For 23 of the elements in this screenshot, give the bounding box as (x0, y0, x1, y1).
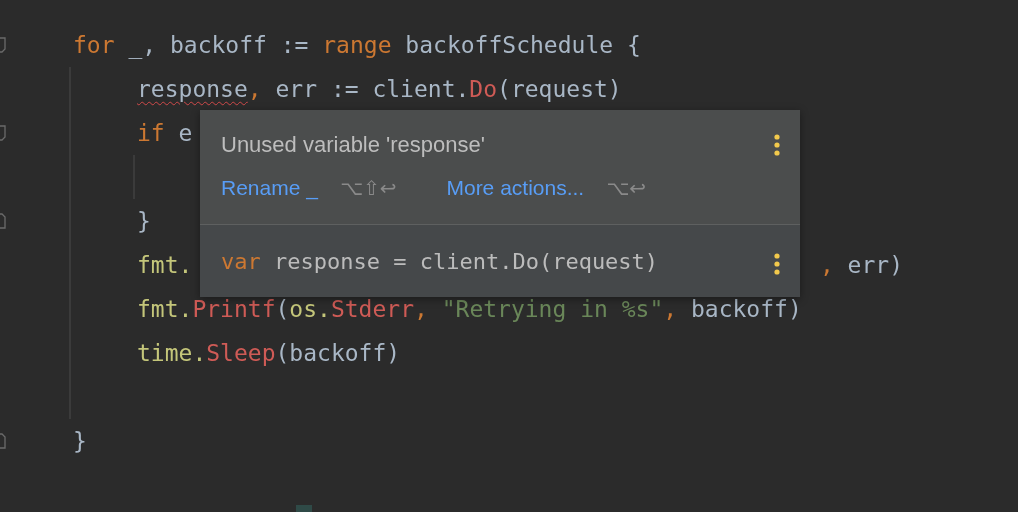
code-text: , err) (819, 252, 903, 278)
fold-icon[interactable] (0, 125, 7, 141)
code-line: } (137, 208, 151, 234)
shortcut-hint: ⌥⇧↩ (339, 176, 397, 200)
code-line: response, err := client.Do(request) (137, 76, 622, 102)
fold-icon[interactable] (0, 433, 7, 449)
code-line: fmt. (137, 252, 193, 278)
inspection-message: Unused variable 'response' (221, 131, 485, 159)
scroll-marker (296, 505, 312, 512)
more-icon[interactable] (774, 134, 780, 156)
more-icon[interactable] (774, 253, 780, 275)
shortcut-hint: ⌥↩ (606, 176, 646, 200)
action-link[interactable]: More actions... (446, 174, 585, 202)
code-line: } (73, 428, 87, 454)
code-line: fmt.Printf(os.Stderr, "Retrying in %s", backoff) (137, 296, 802, 322)
code-line: for _, backoff := range backoffSchedule { (73, 32, 641, 58)
fold-icon[interactable] (0, 37, 7, 53)
code-line: time.Sleep(backoff) (137, 340, 401, 366)
fix-preview[interactable]: var response = client.Do(request) (200, 225, 800, 297)
code-preview: var response = client.Do(request) (221, 248, 659, 274)
fold-icon[interactable] (0, 213, 7, 229)
code-line: if e (137, 120, 193, 146)
action-link[interactable]: Rename _ (221, 174, 318, 202)
